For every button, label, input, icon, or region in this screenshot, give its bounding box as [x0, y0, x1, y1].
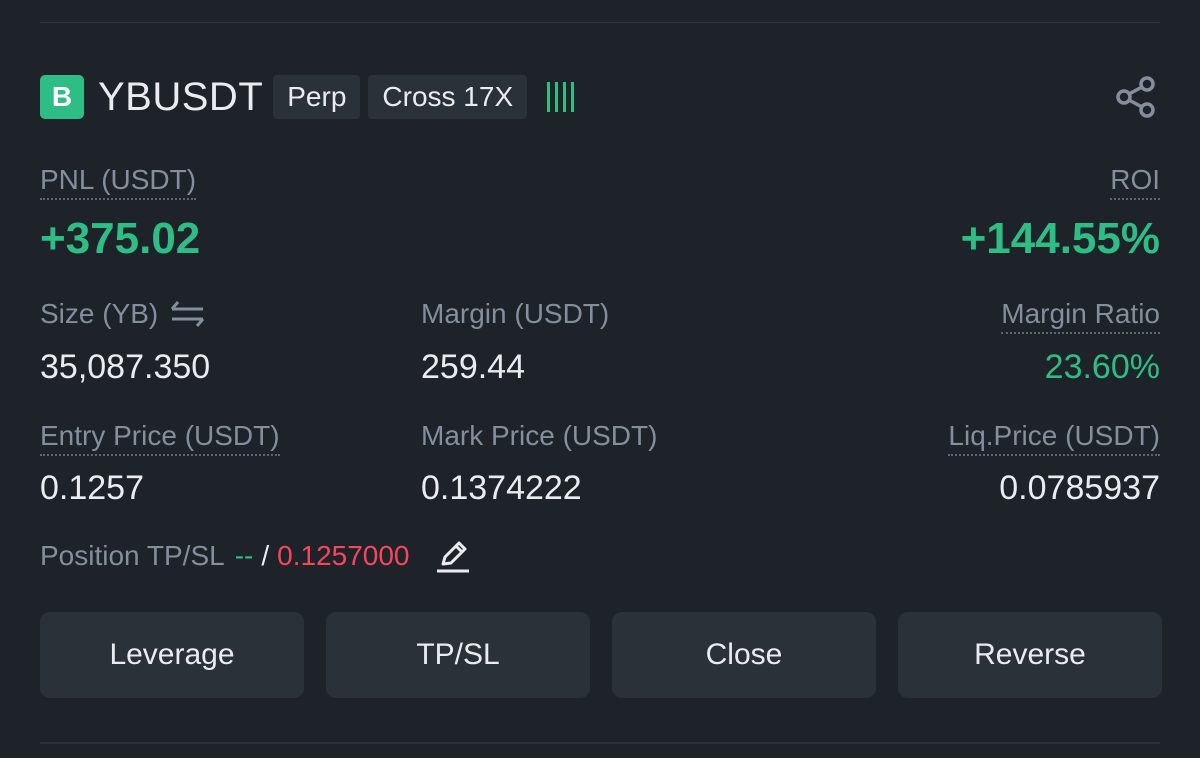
side-badge: B [40, 75, 84, 119]
margin-label: Margin (USDT) [421, 298, 610, 329]
leverage-button[interactable]: Leverage [40, 612, 304, 698]
share-icon[interactable] [1112, 74, 1160, 120]
tp-value: -- [234, 540, 254, 571]
close-button[interactable]: Close [612, 612, 876, 698]
mark-price-label: Mark Price (USDT) [421, 420, 658, 451]
position-header: B YBUSDT Perp Cross 17X [40, 74, 1160, 120]
liq-price-label[interactable]: Liq.Price (USDT) [948, 420, 1160, 456]
action-buttons: Leverage TP/SL Close Reverse [40, 612, 1162, 698]
entry-price-label[interactable]: Entry Price (USDT) [40, 420, 280, 456]
size-label: Size (YB) [40, 298, 159, 329]
sl-value: 0.1257000 [277, 540, 410, 571]
size-value: 35,087.350 [40, 348, 211, 386]
roi-label[interactable]: ROI [1110, 164, 1160, 200]
reverse-button[interactable]: Reverse [898, 612, 1162, 698]
size-label-group: Size (YB) [40, 298, 206, 330]
top-divider [40, 22, 1160, 23]
position-tpsl-row: Position TP/SL -- / 0.1257000 [40, 536, 472, 576]
margin-ratio-value: 23.60% [1044, 348, 1160, 386]
roi-value: +144.55% [960, 214, 1160, 263]
entry-price-value: 0.1257 [40, 469, 144, 507]
liq-price-value: 0.0785937 [999, 469, 1160, 507]
margin-value: 259.44 [421, 348, 525, 386]
signal-bars-icon [547, 82, 575, 112]
tpsl-separator: / [261, 540, 270, 571]
margin-ratio-label[interactable]: Margin Ratio [1001, 298, 1160, 334]
bottom-divider [40, 742, 1160, 744]
position-card: B YBUSDT Perp Cross 17X PNL (USDT) +375.… [0, 0, 1200, 758]
pnl-value: +375.02 [40, 214, 201, 263]
cross-leverage-tag[interactable]: Cross 17X [368, 75, 528, 119]
tpsl-label: Position TP/SL [40, 540, 225, 571]
pencil-edit-icon[interactable] [434, 537, 472, 575]
pnl-label[interactable]: PNL (USDT) [40, 164, 197, 200]
swap-arrows-icon[interactable] [170, 300, 206, 328]
mark-price-value: 0.1374222 [421, 469, 582, 507]
tpsl-button[interactable]: TP/SL [326, 612, 590, 698]
margin-type-tag: Perp [273, 75, 361, 119]
symbol-title[interactable]: YBUSDT [98, 75, 263, 120]
